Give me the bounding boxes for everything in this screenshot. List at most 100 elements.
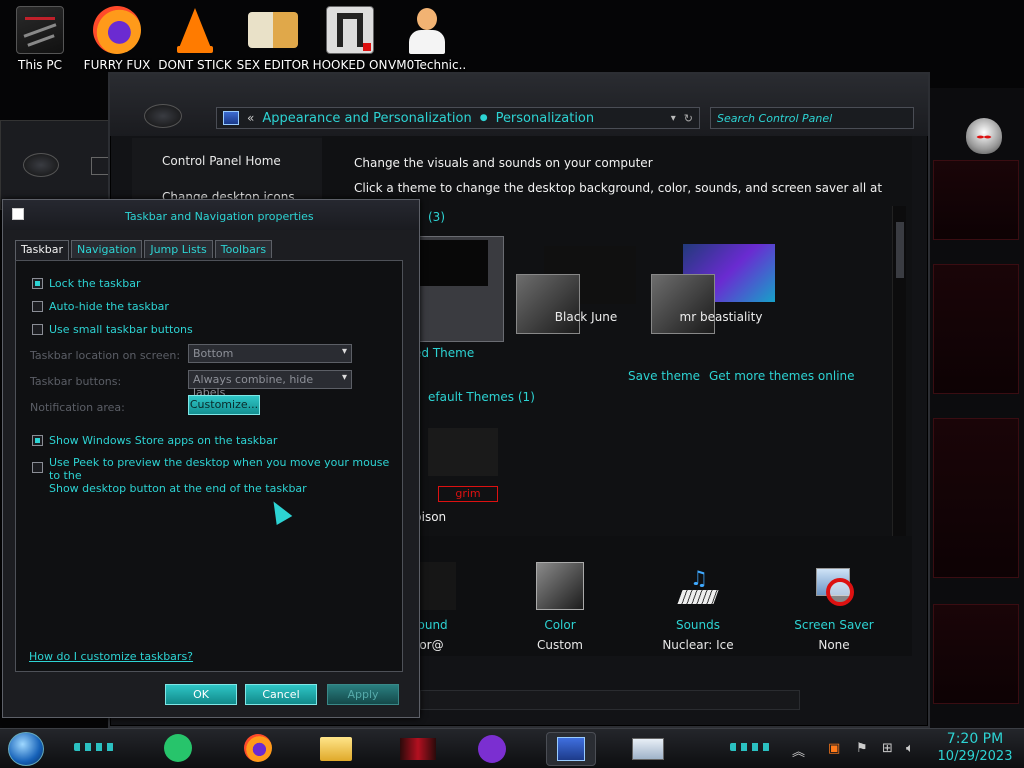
- taskbar-app-control-panel[interactable]: [546, 732, 596, 766]
- refresh-icon[interactable]: ↻: [684, 112, 693, 125]
- store-apps-option[interactable]: Show Windows Store apps on the taskbar: [32, 434, 277, 447]
- dialog-title: Taskbar and Navigation properties: [125, 210, 314, 223]
- taskbar-app-explorer[interactable]: [316, 732, 356, 766]
- folder-icon: [320, 737, 352, 761]
- desktop-icon-sex-editor[interactable]: SEX EDITOR: [234, 6, 312, 76]
- screen-saver-button[interactable]: Screen Saver None: [774, 562, 894, 652]
- theme-thumbnail: [428, 428, 498, 476]
- default-themes-heading: efault Themes (1): [428, 390, 535, 404]
- taskbar-app-firefox[interactable]: [238, 732, 278, 766]
- customize-button[interactable]: Customize...: [188, 395, 260, 415]
- theme-mr-beastiality[interactable]: mr beastiality: [651, 244, 791, 346]
- lock-taskbar-option[interactable]: Lock the taskbar: [32, 277, 141, 290]
- location-label: Taskbar location on screen:: [30, 349, 181, 362]
- dialog-title-bar[interactable]: Taskbar and Navigation properties: [3, 200, 419, 230]
- bottom-item-title: Color: [544, 618, 576, 632]
- firefox-icon: [244, 734, 272, 762]
- chevron-down-icon[interactable]: ▾: [671, 113, 676, 124]
- this-pc-icon: [16, 6, 64, 54]
- auto-hide-option[interactable]: Auto-hide the taskbar: [32, 300, 169, 313]
- tab-taskbar[interactable]: Taskbar: [15, 240, 69, 260]
- option-label: Use small taskbar buttons: [49, 323, 193, 336]
- bottom-item-value: None: [818, 638, 850, 652]
- xd-editor-icon: [248, 12, 298, 48]
- show-hidden-icons-icon[interactable]: ︽: [792, 741, 805, 760]
- cancel-button[interactable]: Cancel: [245, 684, 317, 705]
- get-more-themes-link[interactable]: Get more themes online: [709, 369, 855, 383]
- theme-color-swatch: [651, 274, 715, 334]
- notification-label: Notification area:: [30, 401, 125, 414]
- sounds-button[interactable]: ♫ Sounds Nuclear: Ice: [638, 562, 758, 652]
- taskbar-app-video[interactable]: [398, 732, 438, 766]
- store-apps-checkbox[interactable]: [32, 435, 43, 446]
- scrollbar-thumb[interactable]: [896, 222, 904, 278]
- breadcrumb-appearance[interactable]: Appearance and Personalization: [262, 111, 471, 126]
- auto-hide-checkbox[interactable]: [32, 301, 43, 312]
- volume-icon[interactable]: 🔈︎: [906, 741, 914, 756]
- desktop-icon-vm0technic[interactable]: VM0Technic...: [388, 6, 466, 76]
- ok-button[interactable]: OK: [165, 684, 237, 705]
- option-label: Use Peek to preview the desktop when you…: [49, 456, 402, 495]
- color-button[interactable]: Color Custom: [500, 562, 620, 652]
- desktop-icon-label: This PC: [18, 58, 62, 72]
- themes-scrollbar[interactable]: [892, 206, 906, 542]
- address-bar[interactable]: « Appearance and Personalization ● Perso…: [216, 107, 700, 129]
- option-label: Auto-hide the taskbar: [49, 300, 169, 313]
- help-link[interactable]: How do I customize taskbars?: [29, 650, 193, 663]
- theme-thumbnail: [420, 240, 488, 286]
- doctor-avatar-icon: [403, 6, 451, 54]
- taskbar-app-mask[interactable]: [472, 732, 512, 766]
- lock-taskbar-checkbox[interactable]: [32, 278, 43, 289]
- app-shortcut-icon: [326, 6, 374, 54]
- theme-name: ed Theme: [414, 346, 475, 360]
- desktop-icon-label: FURRY FUX: [83, 58, 151, 72]
- taskbar-tab-panel: Lock the taskbar Auto-hide the taskbar U…: [15, 260, 403, 672]
- hint-subtext: Click a theme to change the desktop back…: [354, 181, 883, 209]
- tab-navigation[interactable]: Navigation: [71, 240, 143, 258]
- breadcrumb-separator-icon: ●: [479, 113, 488, 123]
- tab-jump-lists[interactable]: Jump Lists: [144, 240, 213, 258]
- theme-selected[interactable]: ed Theme: [414, 236, 504, 360]
- peek-checkbox[interactable]: [32, 462, 43, 473]
- taskbar-app-notes[interactable]: [158, 732, 198, 766]
- desktop-icon-this-pc[interactable]: This PC: [1, 6, 79, 76]
- desktop-icon-hooked-on[interactable]: HOOKED ON: [311, 6, 389, 76]
- action-center-flag-icon[interactable]: ⚑: [856, 741, 868, 756]
- breadcrumb-overflow[interactable]: «: [247, 111, 254, 125]
- bottom-item-title: Sounds: [675, 618, 721, 632]
- small-buttons-option[interactable]: Use small taskbar buttons: [32, 323, 193, 336]
- small-buttons-checkbox[interactable]: [32, 324, 43, 335]
- red-panel: [933, 160, 1019, 240]
- clock-time[interactable]: 7:20 PM: [940, 731, 1010, 747]
- apply-button[interactable]: Apply: [327, 684, 399, 705]
- option-label: Lock the taskbar: [49, 277, 141, 290]
- peek-option[interactable]: Use Peek to preview the desktop when you…: [32, 456, 402, 495]
- breadcrumb-personalization[interactable]: Personalization: [496, 111, 595, 126]
- taskbar-decoration: [730, 743, 770, 751]
- back-forward-icon[interactable]: [144, 104, 182, 128]
- link-control-panel-home[interactable]: Control Panel Home: [162, 154, 281, 168]
- peek-label-line2: Show desktop button at the end of the ta…: [49, 482, 307, 495]
- start-button[interactable]: [8, 732, 44, 766]
- theme-default[interactable]: grim bison: [414, 426, 504, 526]
- clock-date[interactable]: 10/29/2023: [930, 749, 1020, 764]
- taskbar-buttons-select[interactable]: Always combine, hide labels: [188, 370, 352, 399]
- network-icon[interactable]: ⊞: [882, 741, 893, 756]
- desktop-icon-dont-stick[interactable]: DONT STICK: [156, 6, 234, 76]
- status-bar: [420, 690, 800, 710]
- option-label: Show Windows Store apps on the taskbar: [49, 434, 278, 447]
- search-input[interactable]: Search Control Panel: [710, 107, 914, 129]
- save-theme-link[interactable]: Save theme: [628, 369, 700, 383]
- peek-label-line1: Use Peek to preview the desktop when you…: [49, 456, 390, 482]
- taskbar: ︽ ▣ ⚑ ⊞ 🔈︎ 7:20 PM 10/29/2023: [0, 728, 1024, 768]
- screen-saver-icon: [810, 562, 858, 610]
- red-panel: [933, 604, 1019, 704]
- tab-toolbars[interactable]: Toolbars: [214, 240, 273, 258]
- taskbar-location-select[interactable]: Bottom: [188, 344, 352, 363]
- desktop-icon-furry-fux[interactable]: FURRY FUX: [78, 6, 156, 76]
- taskbar-app-monitor[interactable]: [628, 732, 668, 766]
- alienware-side-panel: [925, 88, 1024, 728]
- red-panel: [933, 264, 1019, 394]
- tray-app-icon[interactable]: ▣: [828, 741, 840, 756]
- theme-black-june[interactable]: Black June: [516, 246, 656, 346]
